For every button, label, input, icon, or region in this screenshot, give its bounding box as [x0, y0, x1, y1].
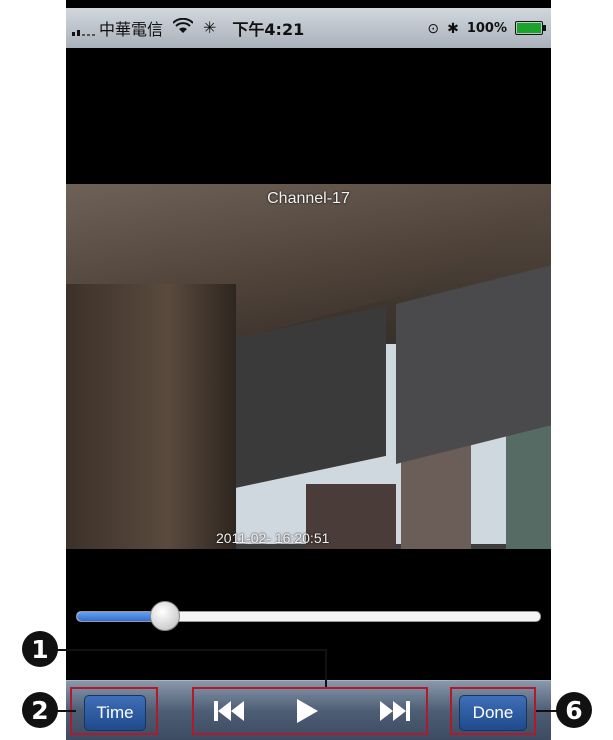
status-bar: 中華電信 ✳ 下午4:21 ⊙ ✱ 100% — [66, 8, 551, 48]
callout-1-line-v — [325, 649, 327, 687]
wifi-icon — [172, 17, 194, 39]
carrier-name: 中華電信 — [99, 20, 164, 39]
skip-previous-icon[interactable] — [204, 689, 254, 733]
signal-icon — [72, 20, 95, 36]
channel-label: Channel-17 — [267, 190, 350, 207]
phone-screen: 中華電信 ✳ 下午4:21 ⊙ ✱ 100% Channel-17 2011-0… — [66, 0, 551, 740]
orientation-lock-icon: ⊙ — [427, 19, 440, 36]
callout-6-line — [536, 710, 558, 712]
done-button[interactable]: Done — [459, 695, 527, 731]
playback-slider[interactable] — [76, 601, 541, 631]
callout-1: 1 — [22, 631, 58, 667]
slider-thumb[interactable] — [150, 601, 181, 631]
time-button[interactable]: Time — [84, 695, 146, 731]
callout-2-line — [56, 710, 76, 712]
video-frame[interactable]: Channel-17 2011-02- 16:20:51 — [66, 184, 551, 549]
callout-1-line-h — [56, 649, 326, 651]
skip-next-icon[interactable] — [370, 689, 420, 733]
status-time: 下午4:21 — [232, 20, 305, 39]
battery-icon — [515, 21, 546, 35]
play-icon[interactable] — [282, 689, 332, 733]
video-timestamp: 2011-02- 16:20:51 — [216, 530, 330, 546]
slider-track[interactable] — [76, 611, 541, 622]
bluetooth-icon: ✱ — [447, 19, 459, 36]
battery-percent: 100% — [466, 20, 507, 36]
playback-toolbar: Time Done — [66, 680, 551, 740]
callout-6: 6 — [556, 692, 592, 728]
callout-2: 2 — [22, 692, 58, 728]
activity-spinner-icon: ✳ — [203, 20, 217, 37]
